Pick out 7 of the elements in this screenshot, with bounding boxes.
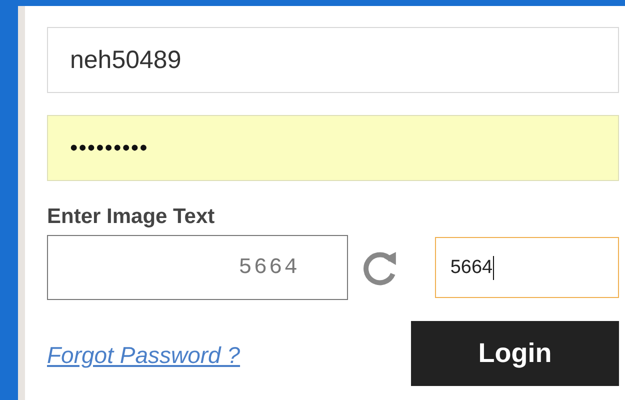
login-button[interactable]: Login — [411, 321, 619, 386]
username-field[interactable]: neh50489 — [47, 27, 619, 93]
forgot-password-link[interactable]: Forgot Password ? — [47, 342, 240, 369]
captcha-input[interactable]: 5664 — [435, 237, 619, 298]
password-field[interactable]: ••••••••• — [47, 115, 619, 181]
captcha-image: 5664 — [47, 235, 348, 300]
captcha-label: Enter Image Text — [47, 205, 216, 229]
